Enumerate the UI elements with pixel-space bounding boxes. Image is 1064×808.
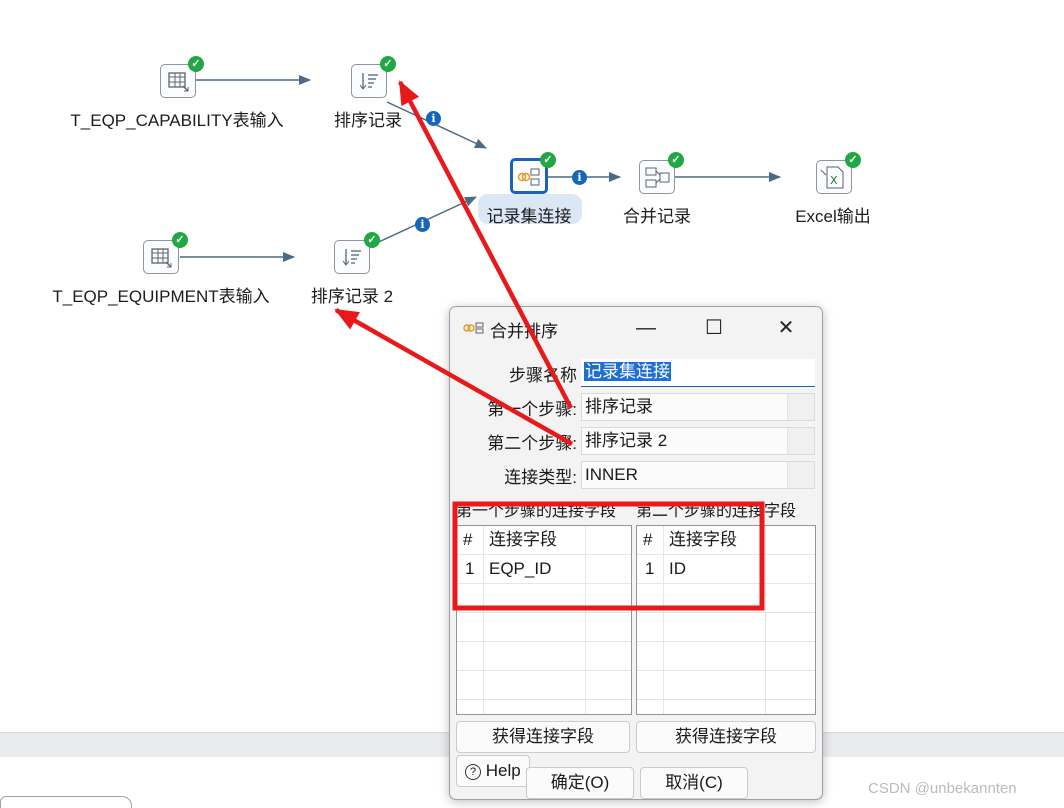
step-label: T_EQP_EQUIPMENT表输入	[52, 287, 270, 306]
row-num: 1	[465, 559, 475, 578]
step-name-input[interactable]: 记录集连接	[581, 359, 815, 387]
table-row[interactable]	[457, 584, 631, 613]
info-icon[interactable]: i	[415, 217, 430, 232]
check-icon: ✓	[380, 56, 396, 72]
table-input-icon	[151, 248, 172, 268]
first-step-select[interactable]: 排序记录	[581, 393, 815, 421]
dialog-titlebar[interactable]: 合并排序 — ☐ ✕	[450, 307, 822, 349]
table-row[interactable]	[637, 642, 815, 671]
join-type-label: 连接类型:	[504, 468, 577, 487]
table-row[interactable]: 1 EQP_ID	[457, 555, 631, 584]
step-label: 排序记录	[334, 111, 402, 130]
dropdown-button[interactable]	[787, 462, 814, 488]
table-header: # 连接字段	[637, 526, 815, 555]
step-label: Excel输出	[795, 207, 871, 226]
maximize-button[interactable]: ☐	[694, 315, 734, 341]
join-type-value: INNER	[585, 465, 638, 484]
get-fields-left-button[interactable]: 获得连接字段	[456, 721, 630, 753]
second-step-value: 排序记录 2	[585, 431, 668, 450]
sort-icon	[359, 73, 378, 90]
help-icon: ?	[465, 764, 481, 780]
step-name-value: 记录集连接	[584, 362, 671, 381]
check-icon: ✓	[668, 152, 684, 168]
step-label: 排序记录 2	[310, 287, 394, 306]
dropdown-button[interactable]	[787, 428, 814, 454]
first-keys-label: 第一个步骤的连接字段	[456, 503, 617, 520]
dropdown-button[interactable]	[787, 394, 814, 420]
close-button[interactable]: ✕	[766, 315, 806, 341]
get-fields-right-button[interactable]: 获得连接字段	[636, 721, 816, 753]
ok-button[interactable]: 确定(O)	[526, 767, 634, 799]
dialog-title: 合并排序	[490, 322, 558, 341]
column-header-num: #	[643, 530, 653, 549]
check-icon: ✓	[172, 232, 188, 248]
check-icon: ✓	[188, 56, 204, 72]
step-label: 记录集连接	[486, 207, 572, 226]
cancel-button[interactable]: 取消(C)	[640, 767, 748, 799]
first-step-value: 排序记录	[585, 397, 653, 416]
step-sort2[interactable]	[334, 240, 370, 274]
step-name-label: 步骤名称	[509, 366, 577, 385]
table-header: # 连接字段	[457, 526, 631, 555]
sort-icon	[342, 249, 361, 266]
step-label: 合并记录	[623, 207, 691, 226]
first-keys-table[interactable]: # 连接字段 1 EQP_ID	[456, 525, 632, 715]
second-step-label: 第二个步骤:	[487, 434, 577, 453]
table-row[interactable]: 1 ID	[637, 555, 815, 584]
second-keys-label: 第二个步骤的连接字段	[636, 503, 797, 520]
svg-text:X: X	[830, 174, 838, 187]
minimize-button[interactable]: —	[626, 315, 666, 341]
check-icon: ✓	[845, 152, 861, 168]
info-icon[interactable]: i	[426, 111, 441, 126]
table-row[interactable]	[637, 671, 815, 700]
help-label: Help	[485, 761, 521, 780]
bottom-tab[interactable]	[0, 796, 132, 808]
check-icon: ✓	[540, 152, 556, 168]
merge-join-dialog: 合并排序 — ☐ ✕ 步骤名称 记录集连接 第一个步骤: 排序记录 第二个步骤:…	[449, 306, 823, 800]
merge-join-icon	[463, 322, 484, 334]
join-type-select[interactable]: INNER	[581, 461, 815, 489]
table-row[interactable]	[457, 671, 631, 700]
table-row[interactable]	[457, 642, 631, 671]
check-icon: ✓	[364, 232, 380, 248]
row-field[interactable]: EQP_ID	[489, 555, 551, 583]
column-header-field: 连接字段	[489, 530, 557, 549]
row-num: 1	[645, 559, 655, 578]
step-label: T_EQP_CAPABILITY表输入	[70, 111, 284, 130]
help-button[interactable]: ? Help	[456, 755, 530, 787]
excel-output-icon: X	[820, 166, 844, 189]
column-header-field: 连接字段	[669, 530, 737, 549]
merge-rows-icon	[645, 167, 670, 188]
table-row[interactable]	[637, 613, 815, 642]
column-header-num: #	[463, 530, 473, 549]
second-keys-table[interactable]: # 连接字段 1 ID	[636, 525, 816, 715]
first-step-label: 第一个步骤:	[487, 400, 577, 419]
watermark: CSDN @unbekannten	[868, 780, 1017, 797]
info-icon[interactable]: i	[572, 170, 587, 185]
second-step-select[interactable]: 排序记录 2	[581, 427, 815, 455]
merge-join-icon	[517, 168, 540, 186]
table-row[interactable]	[457, 613, 631, 642]
table-row[interactable]	[637, 584, 815, 613]
row-field[interactable]: ID	[669, 555, 686, 583]
